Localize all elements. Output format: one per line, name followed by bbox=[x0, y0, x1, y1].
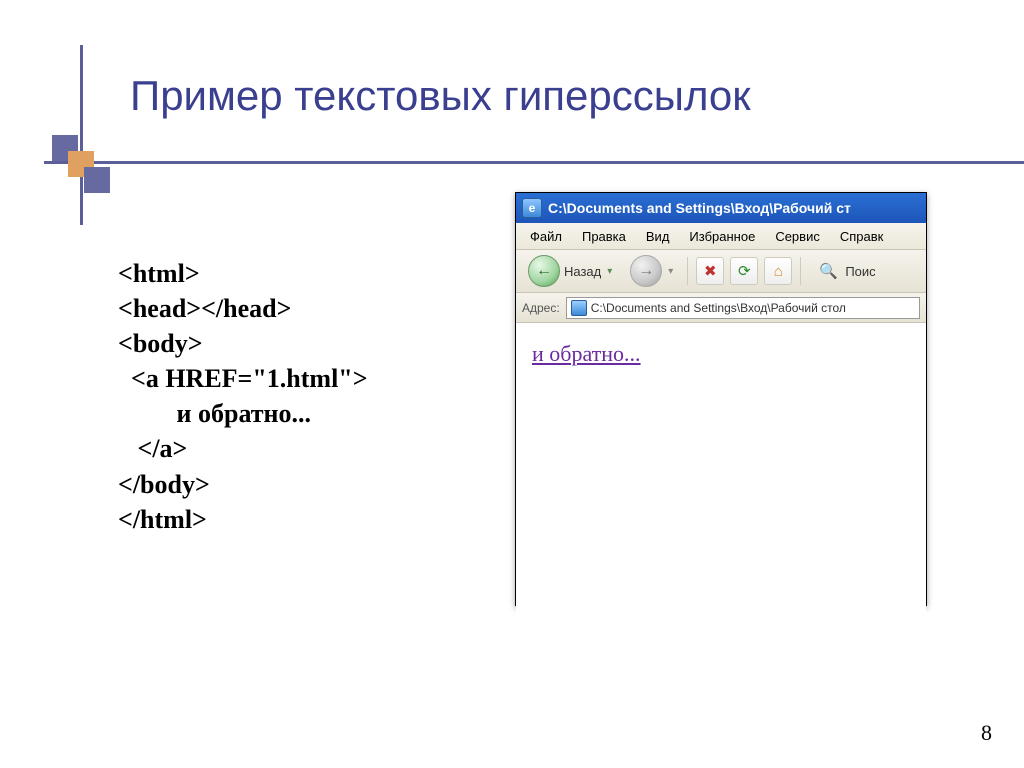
ie-icon: e bbox=[522, 198, 542, 218]
browser-menubar: Файл Правка Вид Избранное Сервис Справк bbox=[516, 223, 926, 250]
code-line: <html> bbox=[118, 259, 200, 288]
code-line: <head></head> bbox=[118, 294, 291, 323]
page-number: 8 bbox=[981, 720, 992, 746]
search-icon: 🔍 bbox=[815, 258, 841, 284]
ie-icon bbox=[571, 300, 587, 316]
code-line: </body> bbox=[118, 470, 210, 499]
toolbar-separator bbox=[687, 257, 688, 285]
forward-arrow-icon: → bbox=[630, 255, 662, 287]
menu-edit[interactable]: Правка bbox=[572, 227, 636, 246]
slide: Пример текстовых гиперссылок <html> <hea… bbox=[0, 0, 1024, 768]
browser-titlebar: e C:\Documents and Settings\Вход\Рабочий… bbox=[516, 193, 926, 223]
menu-help[interactable]: Справк bbox=[830, 227, 893, 246]
menu-tools[interactable]: Сервис bbox=[765, 227, 830, 246]
chevron-down-icon: ▾ bbox=[668, 266, 673, 277]
stop-icon: ✖ bbox=[704, 262, 717, 280]
menu-file[interactable]: Файл bbox=[520, 227, 572, 246]
menu-favorites[interactable]: Избранное bbox=[679, 227, 765, 246]
address-bar: Адрес: C:\Documents and Settings\Вход\Ра… bbox=[516, 293, 926, 323]
home-button[interactable]: ⌂ bbox=[764, 257, 792, 285]
chevron-down-icon: ▾ bbox=[607, 266, 612, 277]
code-line: </html> bbox=[118, 505, 207, 534]
address-value: C:\Documents and Settings\Вход\Рабочий с… bbox=[591, 301, 846, 315]
back-button[interactable]: ← Назад ▾ bbox=[522, 256, 618, 286]
back-arrow-icon: ← bbox=[528, 255, 560, 287]
refresh-button[interactable]: ⟳ bbox=[730, 257, 758, 285]
home-icon: ⌂ bbox=[774, 263, 783, 280]
toolbar-separator bbox=[800, 257, 801, 285]
slide-title: Пример текстовых гиперссылок bbox=[130, 72, 751, 120]
code-sample: <html> <head></head> <body> <a HREF="1.h… bbox=[118, 256, 368, 537]
window-title: C:\Documents and Settings\Вход\Рабочий с… bbox=[548, 200, 851, 216]
code-line: </a> bbox=[118, 434, 187, 463]
search-button[interactable]: 🔍 Поис bbox=[809, 256, 881, 286]
address-field[interactable]: C:\Documents and Settings\Вход\Рабочий с… bbox=[566, 297, 920, 319]
code-line: и обратно... bbox=[118, 399, 311, 428]
code-line: <body> bbox=[118, 329, 203, 358]
address-label: Адрес: bbox=[522, 301, 560, 315]
code-line: <a HREF="1.html"> bbox=[118, 364, 368, 393]
forward-button[interactable]: → ▾ bbox=[624, 256, 679, 286]
browser-viewport: и обратно... bbox=[516, 323, 926, 644]
browser-window: e C:\Documents and Settings\Вход\Рабочий… bbox=[515, 192, 927, 606]
browser-toolbar: ← Назад ▾ → ▾ ✖ ⟳ ⌂ 🔍 Поис bbox=[516, 250, 926, 293]
page-hyperlink[interactable]: и обратно... bbox=[532, 341, 641, 366]
back-label: Назад bbox=[564, 264, 601, 279]
search-label: Поис bbox=[845, 264, 875, 279]
stop-button[interactable]: ✖ bbox=[696, 257, 724, 285]
refresh-icon: ⟳ bbox=[738, 262, 751, 280]
menu-view[interactable]: Вид bbox=[636, 227, 680, 246]
